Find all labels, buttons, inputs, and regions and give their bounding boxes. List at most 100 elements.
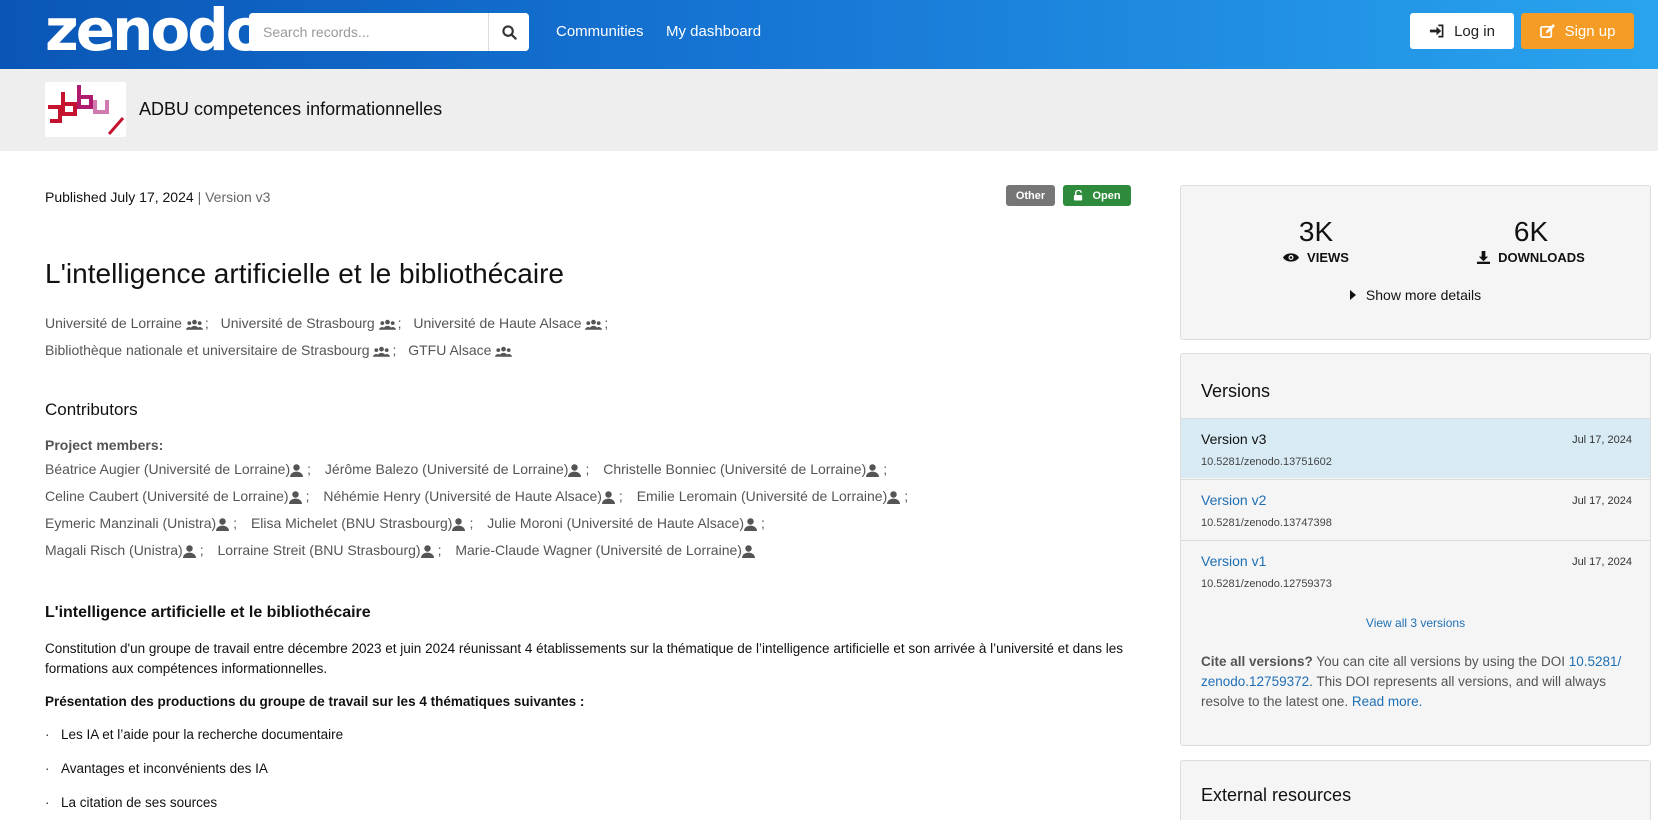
- version-name[interactable]: Version v2: [1201, 492, 1266, 508]
- contributor[interactable]: Elisa Michelet (BNU Strasbourg): [251, 515, 453, 531]
- user-icon: [744, 518, 758, 531]
- views-count: 3K: [1298, 216, 1334, 247]
- community-name[interactable]: ADBU competences informationnelles: [139, 99, 442, 120]
- external-resources-panel: External resources: [1180, 760, 1651, 820]
- publication-info: Published July 17, 2024 | Version v3: [45, 189, 270, 205]
- creators-list: Université de Lorraine ; Université de S…: [45, 315, 609, 358]
- version-doi: 10.5281/zenodo.13747398: [1201, 517, 1332, 529]
- topics-list: · Les IA et l’aide pour la recherche docu…: [45, 727, 343, 820]
- access-label: Open: [1092, 189, 1121, 202]
- signup-button[interactable]: Sign up: [1521, 13, 1634, 49]
- description-heading: L'intelligence artificielle et le biblio…: [45, 604, 371, 621]
- community-logo[interactable]: [45, 82, 126, 137]
- contributor[interactable]: Béatrice Augier (Université de Lorraine): [45, 461, 290, 477]
- group-icon: [495, 346, 513, 357]
- list-item: · Avantages et inconvénients des IA: [45, 761, 268, 776]
- group-icon: [373, 346, 391, 357]
- view-all-versions-link[interactable]: View all 3 versions: [1181, 616, 1650, 630]
- show-more-details-toggle[interactable]: Show more details: [1181, 287, 1650, 303]
- user-icon: [741, 545, 755, 558]
- top-header: zenodo Communities My dashboard Log in S…: [0, 0, 1658, 69]
- contributor[interactable]: Julie Moroni (Université de Haute Alsace…: [487, 515, 744, 531]
- version-item-v2[interactable]: Version v2 Jul 17, 2024 10.5281/zenodo.1…: [1181, 479, 1650, 539]
- user-icon: [290, 464, 304, 477]
- search-bar: [249, 13, 529, 51]
- contributors-heading: Contributors: [45, 400, 138, 419]
- cite-heading: Cite all versions?: [1201, 654, 1313, 669]
- nav-my-dashboard[interactable]: My dashboard: [666, 23, 761, 40]
- user-icon: [452, 518, 466, 531]
- list-item: · Les IA et l’aide pour la recherche docu…: [45, 727, 344, 742]
- downloads-label: DOWNLOADS: [1498, 250, 1585, 265]
- edit-icon: [1539, 23, 1555, 38]
- sign-in-icon: [1430, 24, 1444, 38]
- version-label: | Version v3: [197, 189, 271, 205]
- version-date: Jul 17, 2024: [1572, 495, 1632, 507]
- version-doi: 10.5281/zenodo.12759373: [1201, 578, 1332, 590]
- contributor[interactable]: Lorraine Streit (BNU Strasbourg): [217, 542, 420, 558]
- versions-heading: Versions: [1201, 381, 1271, 401]
- login-label: Log in: [1454, 22, 1495, 40]
- eye-icon: [1283, 253, 1300, 262]
- creator[interactable]: Bibliothèque nationale et universitaire …: [45, 342, 370, 358]
- contributor[interactable]: Magali Risch (Unistra): [45, 542, 183, 558]
- creator[interactable]: GTFU Alsace: [408, 342, 491, 358]
- contributor[interactable]: Celine Caubert (Université de Lorraine): [45, 488, 289, 504]
- community-header: ADBU competences informationnelles: [0, 69, 1658, 151]
- version-date: Jul 17, 2024: [1572, 434, 1632, 446]
- contributor[interactable]: Eymeric Manzinali (Unistra): [45, 515, 216, 531]
- version-name: Version v3: [1201, 431, 1267, 447]
- user-icon: [182, 545, 196, 558]
- login-button[interactable]: Log in: [1410, 13, 1514, 49]
- contributor[interactable]: Marie-Claude Wagner (Université de Lorra…: [455, 542, 742, 558]
- group-icon: [185, 319, 203, 330]
- search-input[interactable]: [249, 13, 488, 51]
- group-icon: [378, 319, 396, 330]
- version-item-v3[interactable]: Version v3 Jul 17, 2024 10.5281/zenodo.1…: [1181, 418, 1650, 478]
- user-icon: [216, 518, 230, 531]
- creator[interactable]: Université de Lorraine: [45, 315, 182, 331]
- download-icon: [1477, 251, 1491, 264]
- creator[interactable]: Université de Haute Alsace: [413, 315, 581, 331]
- project-members-label: Project members:: [45, 437, 164, 453]
- record-title: L'intelligence artificielle et le biblio…: [45, 258, 564, 289]
- downloads-count: 6K: [1513, 216, 1549, 247]
- nav-communities[interactable]: Communities: [556, 23, 644, 40]
- stats-panel: 3K VIEWS 6K DOWNLOADS Show more details: [1180, 185, 1651, 340]
- version-doi: 10.5281/zenodo.13751602: [1201, 456, 1332, 468]
- search-button[interactable]: [488, 13, 529, 51]
- presentation-heading: Présentation des productions du groupe d…: [45, 694, 585, 709]
- user-icon: [568, 464, 582, 477]
- resource-type-badge: Other: [1006, 185, 1055, 206]
- caret-right-icon: [1349, 290, 1356, 300]
- external-resources-heading: External resources: [1201, 785, 1352, 805]
- search-icon: [501, 24, 517, 40]
- user-icon: [887, 491, 901, 504]
- contributor[interactable]: Néhémie Henry (Université de Haute Alsac…: [323, 488, 602, 504]
- versions-panel: Versions Version v3 Jul 17, 2024 10.5281…: [1180, 353, 1651, 746]
- contributors-list: Béatrice Augier (Université de Lorraine)…: [45, 461, 909, 558]
- user-icon: [601, 491, 615, 504]
- zenodo-logo[interactable]: zenodo: [45, 1, 266, 59]
- cite-all-versions: Cite all versions? You can cite all vers…: [1201, 654, 1622, 709]
- list-item: · La citation de ses sources: [45, 795, 218, 810]
- read-more-link[interactable]: Read more.: [1352, 694, 1423, 709]
- downloads-stat: 6K DOWNLOADS: [1456, 216, 1606, 265]
- unlock-icon: [1074, 190, 1083, 201]
- views-stat: 3K VIEWS: [1251, 216, 1381, 265]
- creator[interactable]: Université de Strasbourg: [221, 315, 375, 331]
- user-icon: [288, 491, 302, 504]
- version-name[interactable]: Version v1: [1201, 553, 1266, 569]
- contributor[interactable]: Christelle Bonniec (Université de Lorrai…: [603, 461, 866, 477]
- version-item-v1[interactable]: Version v1 Jul 17, 2024 10.5281/zenodo.1…: [1181, 540, 1650, 600]
- show-more-details-label: Show more details: [1365, 287, 1482, 303]
- contributor[interactable]: Emilie Leromain (Université de Lorraine): [637, 488, 888, 504]
- access-badge: Open: [1063, 185, 1131, 206]
- contributor[interactable]: Jérôme Balezo (Université de Lorraine): [325, 461, 569, 477]
- views-label: VIEWS: [1307, 250, 1349, 265]
- user-icon: [866, 464, 880, 477]
- user-icon: [420, 545, 434, 558]
- signup-label: Sign up: [1564, 22, 1616, 40]
- version-date: Jul 17, 2024: [1572, 556, 1632, 568]
- group-icon: [585, 319, 603, 330]
